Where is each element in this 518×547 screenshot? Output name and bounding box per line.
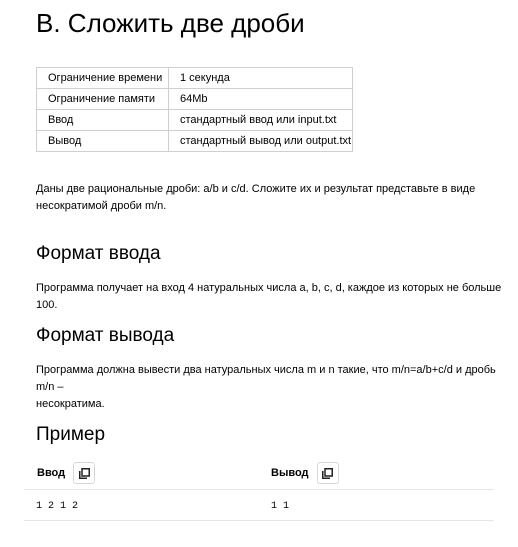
- limit-key: Ограничение памяти: [36, 88, 169, 110]
- limit-value: 1 секунда: [168, 67, 353, 89]
- limits-table: Ограничение времени 1 секунда Ограничени…: [36, 67, 353, 152]
- table-row: Ввод стандартный ввод или input.txt: [36, 109, 353, 131]
- limit-key: Ограничение времени: [36, 67, 169, 89]
- table-row: Ограничение времени 1 секунда: [36, 67, 353, 89]
- output-format-line: Программа должна вывести два натуральных…: [36, 364, 496, 393]
- copy-icon: [78, 467, 90, 479]
- output-format-heading: Формат вывода: [36, 325, 175, 346]
- limit-key: Вывод: [36, 130, 169, 152]
- limit-value: 64Mb: [168, 88, 353, 110]
- table-row: Ограничение памяти 64Mb: [36, 88, 353, 110]
- example-divider: [24, 489, 494, 490]
- example-output-label: Вывод: [271, 467, 309, 479]
- table-row: Вывод стандартный вывод или output.txt: [36, 130, 353, 152]
- statement-line: Даны две рациональные дроби: a/b и c/d. …: [36, 183, 476, 195]
- example-output-value: 1 1: [271, 501, 290, 512]
- output-format-text: Программа должна вывести два натуральных…: [36, 362, 506, 413]
- limit-key: Ввод: [36, 109, 169, 131]
- example-heading: Пример: [36, 424, 106, 445]
- example-input-header: Ввод: [37, 462, 96, 484]
- example-output-header: Вывод: [271, 462, 339, 484]
- input-format-text: Программа получает на вход 4 натуральных…: [36, 282, 502, 311]
- page-title: B. Сложить две дроби: [36, 8, 305, 38]
- statement-line: несократимой дроби m/n.: [36, 200, 167, 212]
- example-input-label: Ввод: [37, 467, 66, 479]
- limit-value: стандартный вывод или output.txt: [168, 130, 353, 152]
- example-input-value: 1 2 1 2: [36, 501, 79, 512]
- statement-text: Даны две рациональные дроби: a/b и c/d. …: [36, 181, 475, 215]
- limit-value: стандартный ввод или input.txt: [168, 109, 353, 131]
- copy-output-button[interactable]: [316, 462, 339, 484]
- input-format-heading: Формат ввода: [36, 243, 161, 264]
- copy-icon: [322, 467, 334, 479]
- example-bottom-divider: [24, 520, 494, 521]
- copy-input-button[interactable]: [73, 462, 96, 484]
- output-format-line: несократима.: [36, 398, 105, 410]
